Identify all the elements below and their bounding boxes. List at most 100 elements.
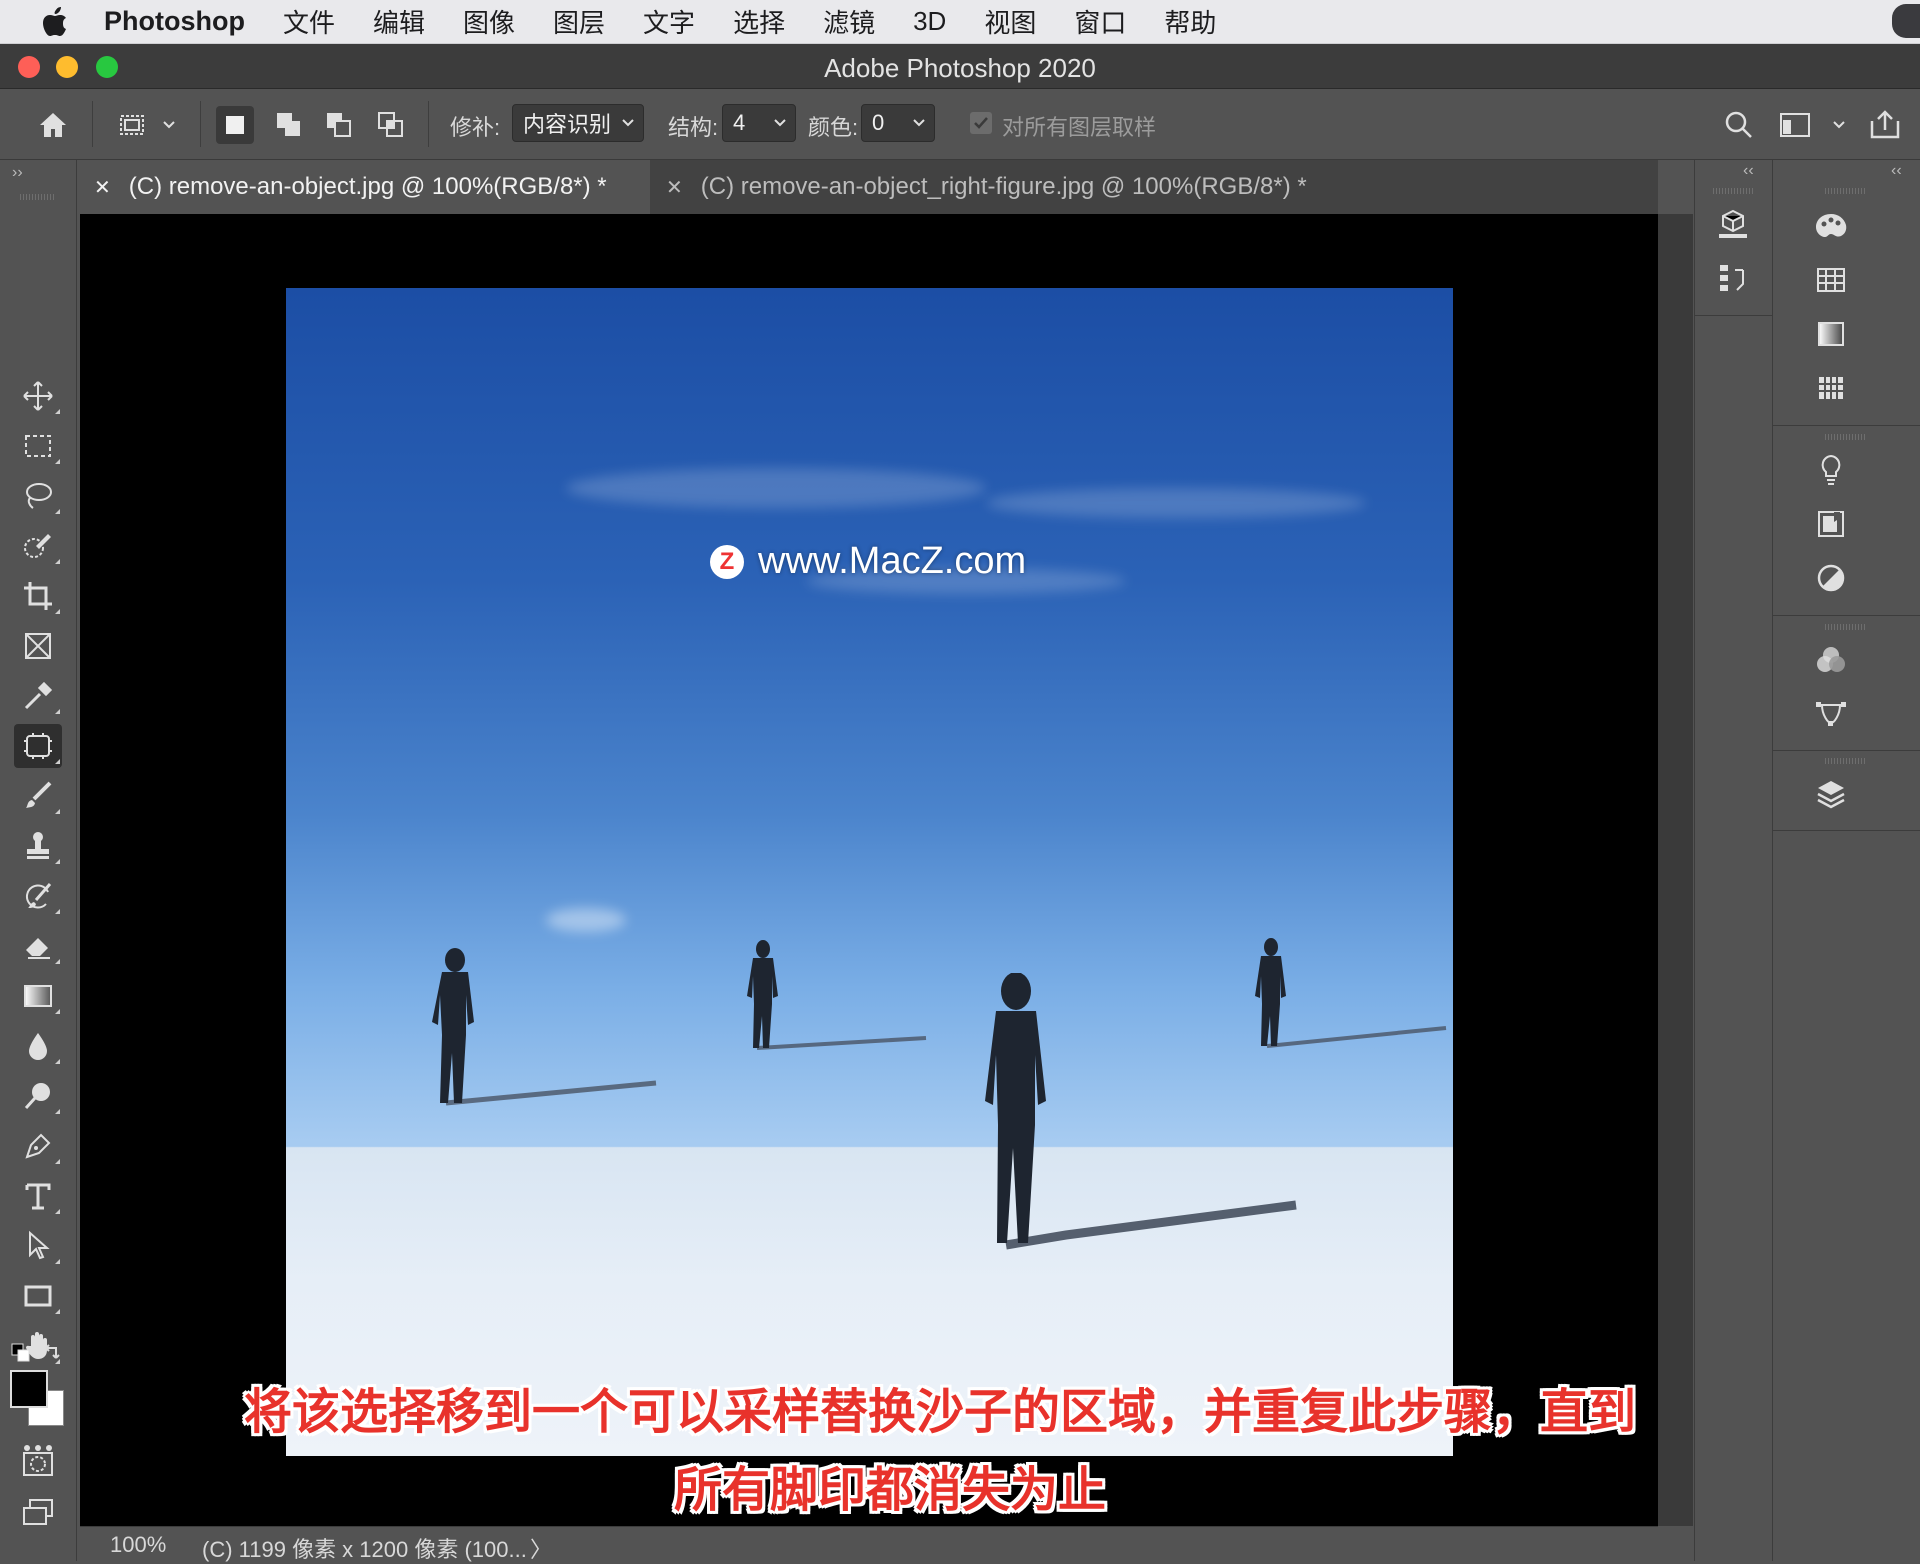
- tab-label: (C) remove-an-object_right-figure.jpg @ …: [700, 173, 1307, 200]
- gradient-icon[interactable]: [14, 974, 62, 1018]
- tab-remove-an-object-right-figure[interactable]: ✕ (C) remove-an-object_right-figure.jpg …: [652, 160, 1432, 214]
- crop-icon[interactable]: [14, 574, 62, 618]
- libraries-panel-icon[interactable]: [1809, 502, 1853, 546]
- sample-all-layers-checkbox[interactable]: [970, 112, 992, 134]
- home-icon[interactable]: [34, 106, 72, 144]
- mac-menubar: Photoshop 文件 编辑 图像 图层 文字 选择 滤镜 3D 视图 窗口 …: [0, 0, 1920, 44]
- swap-colors-icon[interactable]: [42, 1340, 64, 1367]
- blur-icon[interactable]: [14, 1024, 62, 1068]
- menu-file[interactable]: 文件: [283, 3, 335, 40]
- color-panel-icon[interactable]: [1809, 204, 1853, 248]
- gradients-panel-icon[interactable]: [1809, 312, 1853, 356]
- menu-type[interactable]: 文字: [643, 3, 695, 40]
- menu-3d[interactable]: 3D: [913, 6, 946, 37]
- history-panel-icon[interactable]: [1711, 256, 1755, 300]
- expand-toolbar-icon[interactable]: ››: [12, 164, 23, 182]
- subtitle-line-1: 将该选择移到一个可以采样替换沙子的区域，并重复此步骤，直到: [243, 1386, 1636, 1439]
- patch-mode-select[interactable]: 内容识别: [512, 104, 644, 142]
- menu-select[interactable]: 选择: [733, 3, 785, 40]
- patch-mode-value: 内容识别: [523, 112, 612, 137]
- panel-dock-narrow: ‹‹: [1694, 160, 1772, 1561]
- layers-panel-icon[interactable]: [1809, 772, 1853, 816]
- move-icon[interactable]: [14, 374, 62, 418]
- color-label: 颜色:: [808, 115, 859, 140]
- history-brush-icon[interactable]: [14, 874, 62, 918]
- patch-tool-preset-icon[interactable]: [114, 106, 152, 144]
- preset-chevron-down-icon[interactable]: [158, 106, 180, 144]
- menubar-extra-icon[interactable]: [1892, 4, 1920, 38]
- menu-app-name[interactable]: Photoshop: [104, 6, 245, 37]
- default-colors-icon[interactable]: [10, 1342, 32, 1369]
- patterns-panel-icon[interactable]: [1809, 366, 1853, 410]
- panel-dock-wide: ‹‹: [1772, 160, 1920, 1561]
- structure-label: 结构:: [668, 115, 719, 140]
- menu-edit[interactable]: 编辑: [373, 3, 425, 40]
- channels-panel-icon[interactable]: [1809, 638, 1853, 682]
- window-titlebar: Adobe Photoshop 2020: [0, 44, 1920, 89]
- rectangle-icon[interactable]: [14, 1274, 62, 1318]
- watermark: Z www.MacZ.com: [710, 540, 1026, 583]
- swatches-panel-icon[interactable]: [1809, 258, 1853, 302]
- subtract-from-selection-icon[interactable]: [320, 106, 358, 144]
- patch-icon[interactable]: [14, 724, 62, 768]
- tools-panel: ››: [0, 160, 77, 1561]
- window-title: Adobe Photoshop 2020: [824, 53, 1096, 83]
- frame-icon[interactable]: [14, 624, 62, 668]
- workspace-icon[interactable]: [1776, 106, 1814, 144]
- stamp-icon[interactable]: [14, 824, 62, 868]
- photo-image[interactable]: [286, 288, 1453, 1456]
- new-selection-icon[interactable]: [216, 106, 254, 144]
- dodge-icon[interactable]: [14, 1074, 62, 1118]
- chevron-down-icon: [912, 113, 926, 139]
- sample-all-layers-label: 对所有图层取样: [1002, 115, 1157, 140]
- figure-left: [432, 948, 657, 1106]
- menu-image[interactable]: 图像: [463, 3, 515, 40]
- menu-view[interactable]: 视图: [984, 3, 1036, 40]
- status-menu-arrow-icon[interactable]: 〉: [530, 1532, 552, 1564]
- menu-window[interactable]: 窗口: [1074, 3, 1126, 40]
- intersect-selection-icon[interactable]: [372, 106, 410, 144]
- add-to-selection-icon[interactable]: [270, 106, 308, 144]
- document-tabs: ✕ (C) remove-an-object.jpg @ 100%(RGB/8*…: [80, 160, 1658, 214]
- collapse-dock-icon[interactable]: ‹‹: [1891, 162, 1902, 180]
- document-canvas[interactable]: [80, 214, 1658, 1526]
- learn-panel-icon[interactable]: [1809, 448, 1853, 492]
- vertical-scrollbar[interactable]: [1658, 214, 1693, 1526]
- menu-layer[interactable]: 图层: [553, 3, 605, 40]
- options-bar: 修补: 内容识别 结构: 4 颜色: 0 对所有图层取样: [0, 89, 1920, 160]
- path-selection-icon[interactable]: [14, 1224, 62, 1268]
- subtitle-line-2: 所有脚印都消失为止: [673, 1464, 1106, 1517]
- eraser-icon[interactable]: [14, 924, 62, 968]
- lasso-icon[interactable]: [14, 474, 62, 518]
- type-icon[interactable]: [14, 1174, 62, 1218]
- 3d-panel-icon[interactable]: [1711, 202, 1755, 246]
- zoom-level[interactable]: 100%: [110, 1532, 166, 1558]
- share-icon[interactable]: [1866, 106, 1904, 144]
- eyedropper-icon[interactable]: [14, 674, 62, 718]
- quick-selection-icon[interactable]: [14, 524, 62, 568]
- tab-label: (C) remove-an-object.jpg @ 100%(RGB/8*) …: [128, 173, 607, 200]
- workspace-chevron-down-icon[interactable]: [1826, 106, 1852, 144]
- macz-logo-icon: Z: [710, 544, 744, 579]
- chevron-down-icon: [621, 113, 635, 139]
- search-icon[interactable]: [1720, 106, 1758, 144]
- figure-back: [747, 940, 927, 1050]
- paths-panel-icon[interactable]: [1809, 692, 1853, 736]
- marquee-icon[interactable]: [14, 424, 62, 468]
- close-tab-icon[interactable]: ✕: [94, 175, 111, 200]
- menu-help[interactable]: 帮助: [1164, 3, 1216, 40]
- color-value: 0: [872, 110, 885, 135]
- structure-value: 4: [733, 110, 746, 135]
- close-tab-icon[interactable]: ✕: [666, 175, 683, 200]
- color-input[interactable]: 0: [861, 104, 935, 142]
- chevron-down-icon: [773, 113, 787, 139]
- adjustments-panel-icon[interactable]: [1809, 556, 1853, 600]
- apple-icon[interactable]: [38, 0, 72, 43]
- menu-filter[interactable]: 滤镜: [823, 3, 875, 40]
- brush-icon[interactable]: [14, 774, 62, 818]
- figure-right: [1255, 938, 1447, 1048]
- collapse-dock-icon[interactable]: ‹‹: [1743, 162, 1754, 180]
- tab-remove-an-object[interactable]: ✕ (C) remove-an-object.jpg @ 100%(RGB/8*…: [80, 160, 650, 214]
- structure-input[interactable]: 4: [722, 104, 796, 142]
- pen-icon[interactable]: [14, 1124, 62, 1168]
